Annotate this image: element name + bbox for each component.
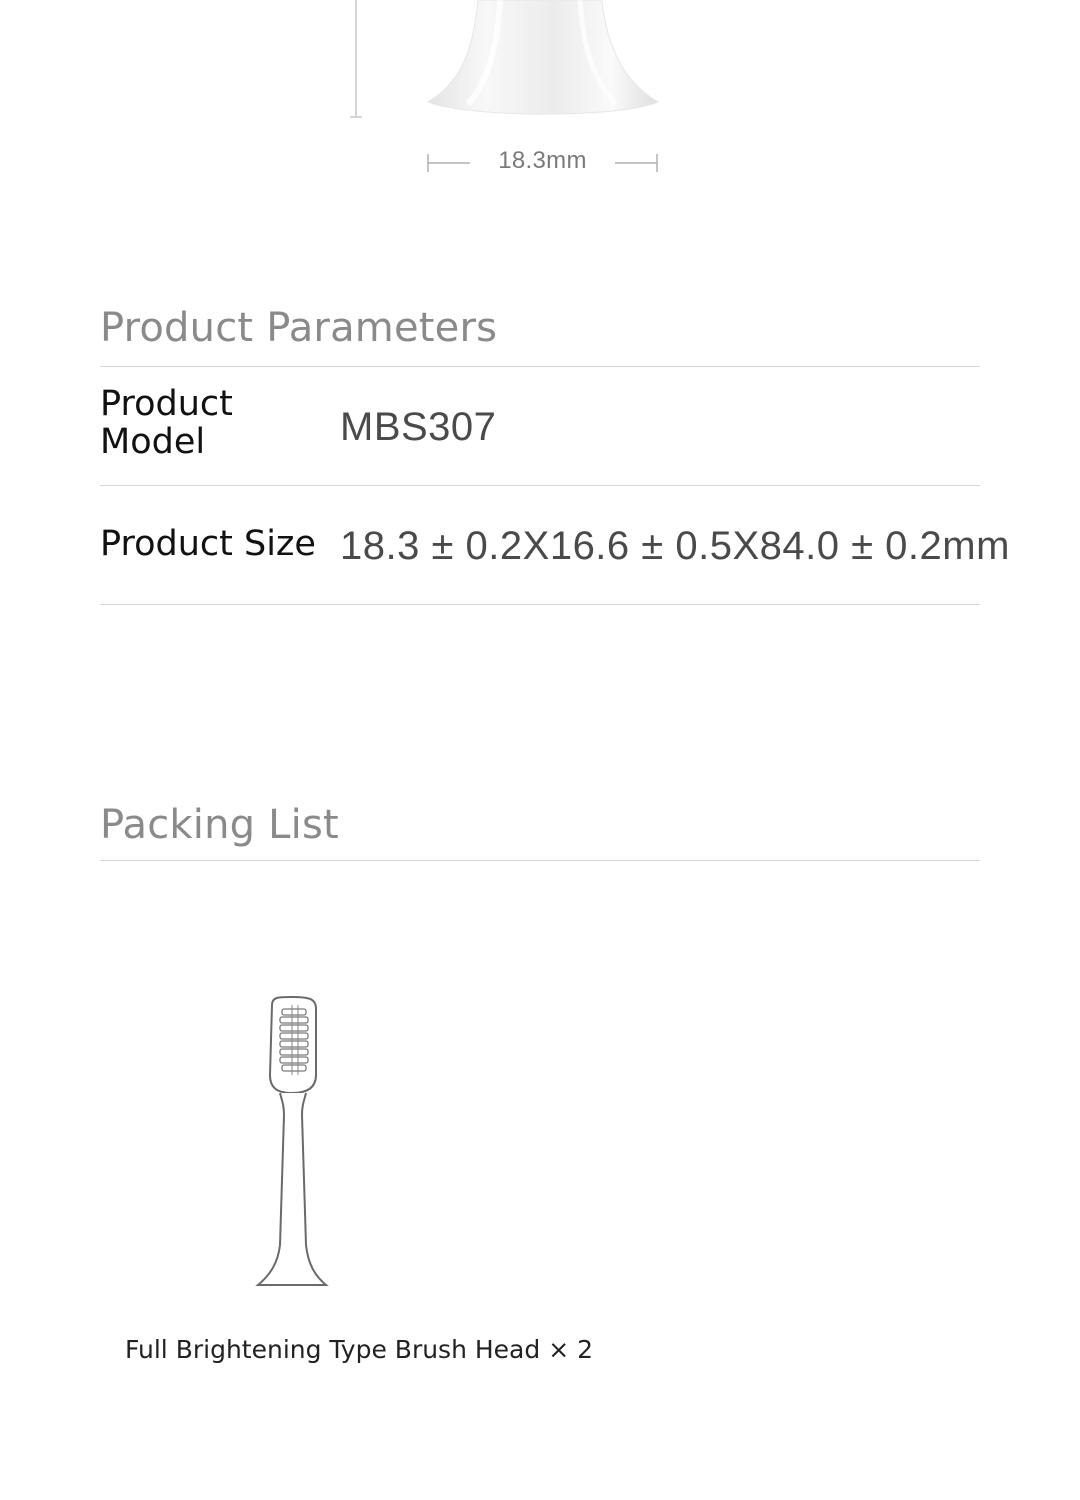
row-divider [100,604,980,605]
row-divider [100,485,980,486]
section-divider [100,860,980,861]
height-dimension-line [350,0,362,118]
product-parameters-heading: Product Parameters [100,305,498,351]
packing-item-label: Full Brightening Type Brush Head × 2 [125,1335,593,1364]
param-value-model: MBS307 [340,405,497,449]
param-label-model: Product Model [100,384,233,462]
width-dimension-label: 18.3mm [498,147,587,174]
param-label-size: Product Size [100,524,316,564]
packing-list-heading: Packing List [100,802,339,848]
brush-head-base-image [426,0,660,115]
brush-head-illustration [255,995,329,1286]
section-divider [100,366,980,367]
param-value-size: 18.3 ± 0.2X16.6 ± 0.5X84.0 ± 0.2mm [340,524,1010,568]
